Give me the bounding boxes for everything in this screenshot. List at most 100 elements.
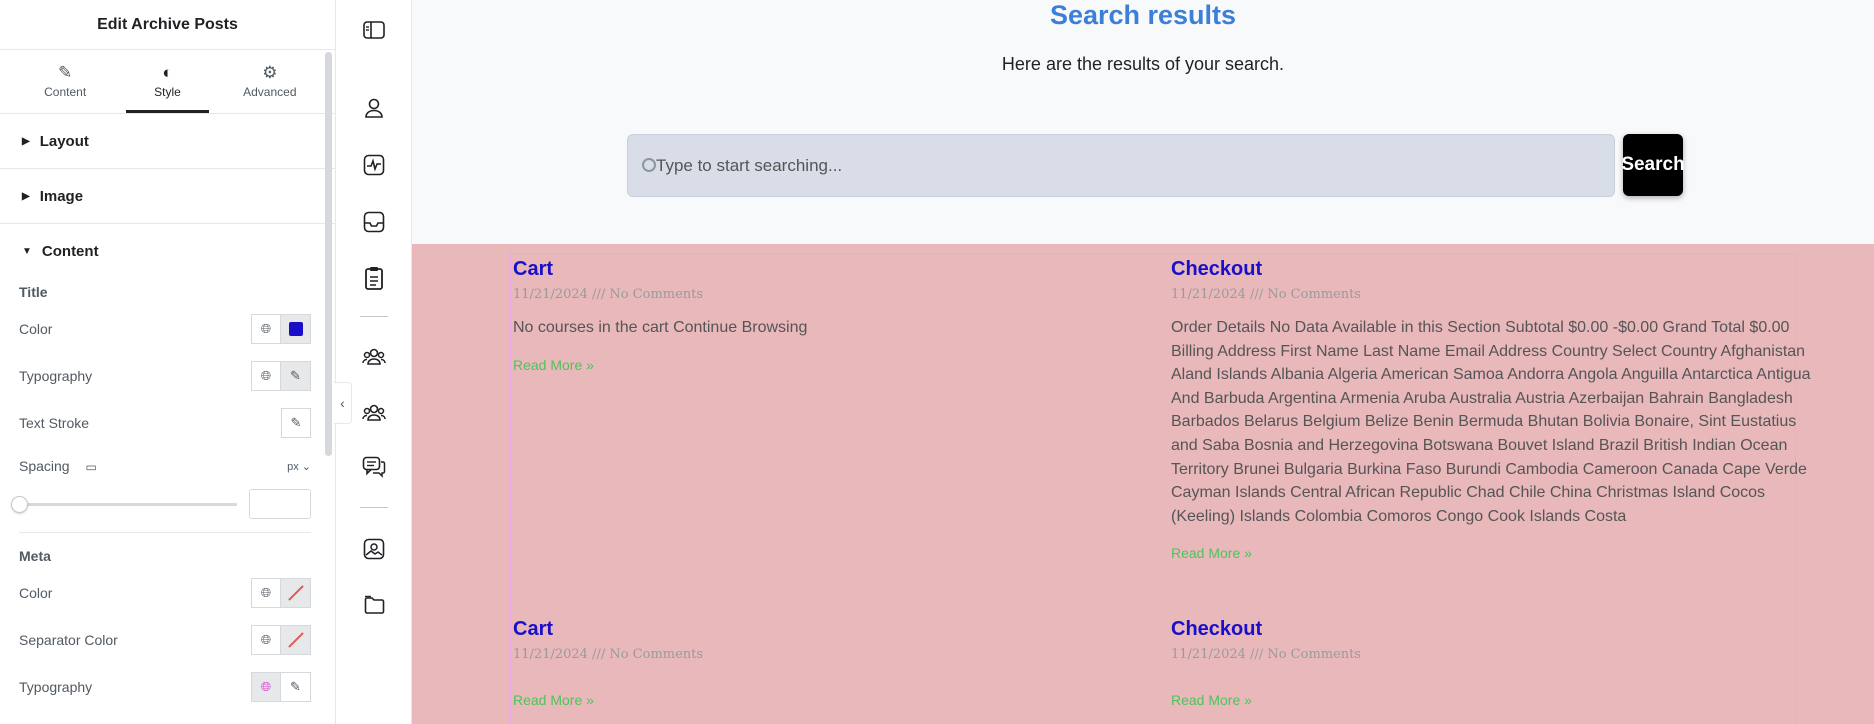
section-layout-label: Layout	[39, 132, 89, 150]
search-placeholder: Type to start searching...	[656, 155, 843, 175]
pencil-icon: ✎	[58, 63, 73, 82]
media-icon[interactable]	[362, 537, 386, 561]
activity-icon[interactable]	[362, 153, 386, 177]
team-icon[interactable]	[362, 401, 386, 425]
post-excerpt: Order Details No Data Available in this …	[1171, 319, 1811, 525]
tab-content[interactable]: ✎ Content	[14, 50, 116, 113]
separator-color-label: Separator Color	[19, 631, 118, 648]
panel-toggle-icon[interactable]	[362, 18, 386, 42]
meta-typography-label: Typography	[19, 678, 93, 695]
slider-thumb[interactable]	[11, 495, 28, 513]
edit-typography-button[interactable]: ✎	[281, 360, 311, 391]
unit-selector[interactable]: px ⌄	[287, 460, 311, 473]
panel-scrollbar[interactable]	[325, 52, 332, 456]
section-content-label: Content	[41, 243, 99, 260]
tab-advanced[interactable]: ⚙ Advanced	[219, 50, 321, 113]
caret-right-icon: ▶	[22, 190, 30, 202]
chat-icon[interactable]	[362, 455, 386, 479]
meta-color-label: Color	[19, 584, 53, 601]
page-subtitle: Here are the results of your search.	[1001, 54, 1285, 74]
read-more-link[interactable]: Read More »	[1171, 692, 1796, 708]
read-more-link[interactable]: Read More »	[513, 357, 1138, 373]
globe-icon: 🌐︎	[260, 678, 272, 694]
section-image-label: Image	[39, 187, 84, 205]
globe-icon: 🌐︎	[260, 320, 272, 336]
title-color-swatch-button[interactable]	[281, 313, 311, 344]
post-card: Checkout 11/21/2024 /// No Comments Read…	[1171, 618, 1796, 708]
icon-rail	[336, 0, 412, 724]
globe-icon: 🌐︎	[260, 584, 272, 600]
post-card: Cart 11/21/2024 /// No Comments Read Mor…	[513, 618, 1138, 708]
global-color-button[interactable]: 🌐︎	[251, 624, 281, 655]
post-meta: 11/21/2024 /// No Comments	[1171, 647, 1362, 662]
read-more-link[interactable]: Read More »	[513, 692, 1138, 708]
caret-right-icon: ▶	[22, 135, 30, 147]
search-input[interactable]: Type to start searching...	[627, 134, 1615, 197]
pencil-icon: ✎	[290, 678, 301, 694]
title-typography-label: Typography	[19, 367, 93, 384]
title-color-label: Color	[19, 320, 53, 337]
edit-text-stroke-button[interactable]: ✎	[281, 407, 311, 438]
post-card: Checkout 11/21/2024 /// No Comments Orde…	[1171, 258, 1811, 561]
search-button[interactable]: Search	[1621, 134, 1685, 196]
editor-panel: Edit Archive Posts ✎ Content ◐ Style ⚙ A…	[0, 0, 336, 724]
unit-label: px	[287, 460, 299, 473]
post-title[interactable]: Checkout	[1171, 618, 1796, 641]
divider	[19, 532, 311, 533]
tab-style[interactable]: ◐ Style	[116, 50, 218, 113]
rail-separator	[360, 507, 388, 508]
meta-color-control: Color 🌐︎	[0, 569, 335, 616]
separator-color-control: Separator Color 🌐︎	[0, 616, 335, 663]
search-icon	[642, 157, 656, 172]
spacing-label-wrap: Spacing ▭	[19, 458, 97, 474]
spacing-slider[interactable]	[11, 495, 237, 513]
post-excerpt: No courses in the cart Continue Browsing	[513, 319, 808, 336]
preview-canvas: Search results Here are the results of y…	[412, 0, 1874, 724]
panel-tabs: ✎ Content ◐ Style ⚙ Advanced	[0, 50, 335, 114]
inbox-icon[interactable]	[362, 210, 386, 234]
spacing-input[interactable]	[249, 489, 311, 519]
spacing-slider-row	[0, 486, 335, 522]
section-layout[interactable]: ▶ Layout	[0, 114, 335, 169]
rail-separator	[360, 316, 388, 317]
global-color-button[interactable]: 🌐︎	[251, 577, 281, 608]
users-group-icon[interactable]	[362, 345, 386, 369]
half-circle-icon: ◐	[162, 63, 173, 82]
global-typography-button[interactable]: 🌐︎	[251, 360, 281, 391]
post-title[interactable]: Checkout	[1171, 258, 1811, 281]
section-image[interactable]: ▶ Image	[0, 169, 335, 224]
pencil-icon: ✎	[290, 414, 302, 430]
user-icon[interactable]	[362, 96, 386, 120]
meta-group-label: Meta	[19, 548, 51, 564]
pencil-icon: ✎	[290, 367, 301, 383]
separator-color-swatch-button[interactable]	[281, 624, 311, 655]
global-typography-button[interactable]: 🌐︎	[251, 671, 281, 702]
no-color-icon	[288, 632, 304, 648]
meta-color-swatch-button[interactable]	[281, 577, 311, 608]
post-title[interactable]: Cart	[513, 618, 1138, 641]
text-stroke-label: Text Stroke	[19, 414, 90, 431]
no-color-icon	[288, 585, 304, 601]
title-group-label: Title	[19, 284, 48, 300]
globe-icon: 🌐︎	[260, 631, 272, 647]
folder-icon[interactable]	[362, 592, 386, 616]
post-meta: 11/21/2024 /// No Comments	[513, 287, 704, 302]
text-stroke-control: Text Stroke ✎	[0, 399, 335, 446]
post-card: Cart 11/21/2024 /// No Comments No cours…	[513, 258, 1138, 373]
post-title[interactable]: Cart	[513, 258, 1138, 281]
title-color-control: Color 🌐︎	[0, 305, 335, 352]
edit-typography-button[interactable]: ✎	[281, 671, 311, 702]
section-content[interactable]: ▼ Content	[0, 224, 335, 279]
collapse-panel-button[interactable]: ‹	[334, 382, 352, 424]
post-meta: 11/21/2024 /// No Comments	[1171, 287, 1362, 302]
read-more-link[interactable]: Read More »	[1171, 545, 1811, 561]
post-meta: 11/21/2024 /// No Comments	[513, 647, 704, 662]
panel-title: Edit Archive Posts	[0, 0, 335, 50]
desktop-icon[interactable]: ▭	[85, 460, 96, 474]
clipboard-icon[interactable]	[362, 266, 386, 290]
color-swatch	[288, 321, 303, 336]
tab-content-label: Content	[44, 85, 87, 99]
global-color-button[interactable]: 🌐︎	[251, 313, 281, 344]
title-typography-control: Typography 🌐︎ ✎	[0, 352, 335, 399]
spacing-label: Spacing	[19, 458, 70, 474]
